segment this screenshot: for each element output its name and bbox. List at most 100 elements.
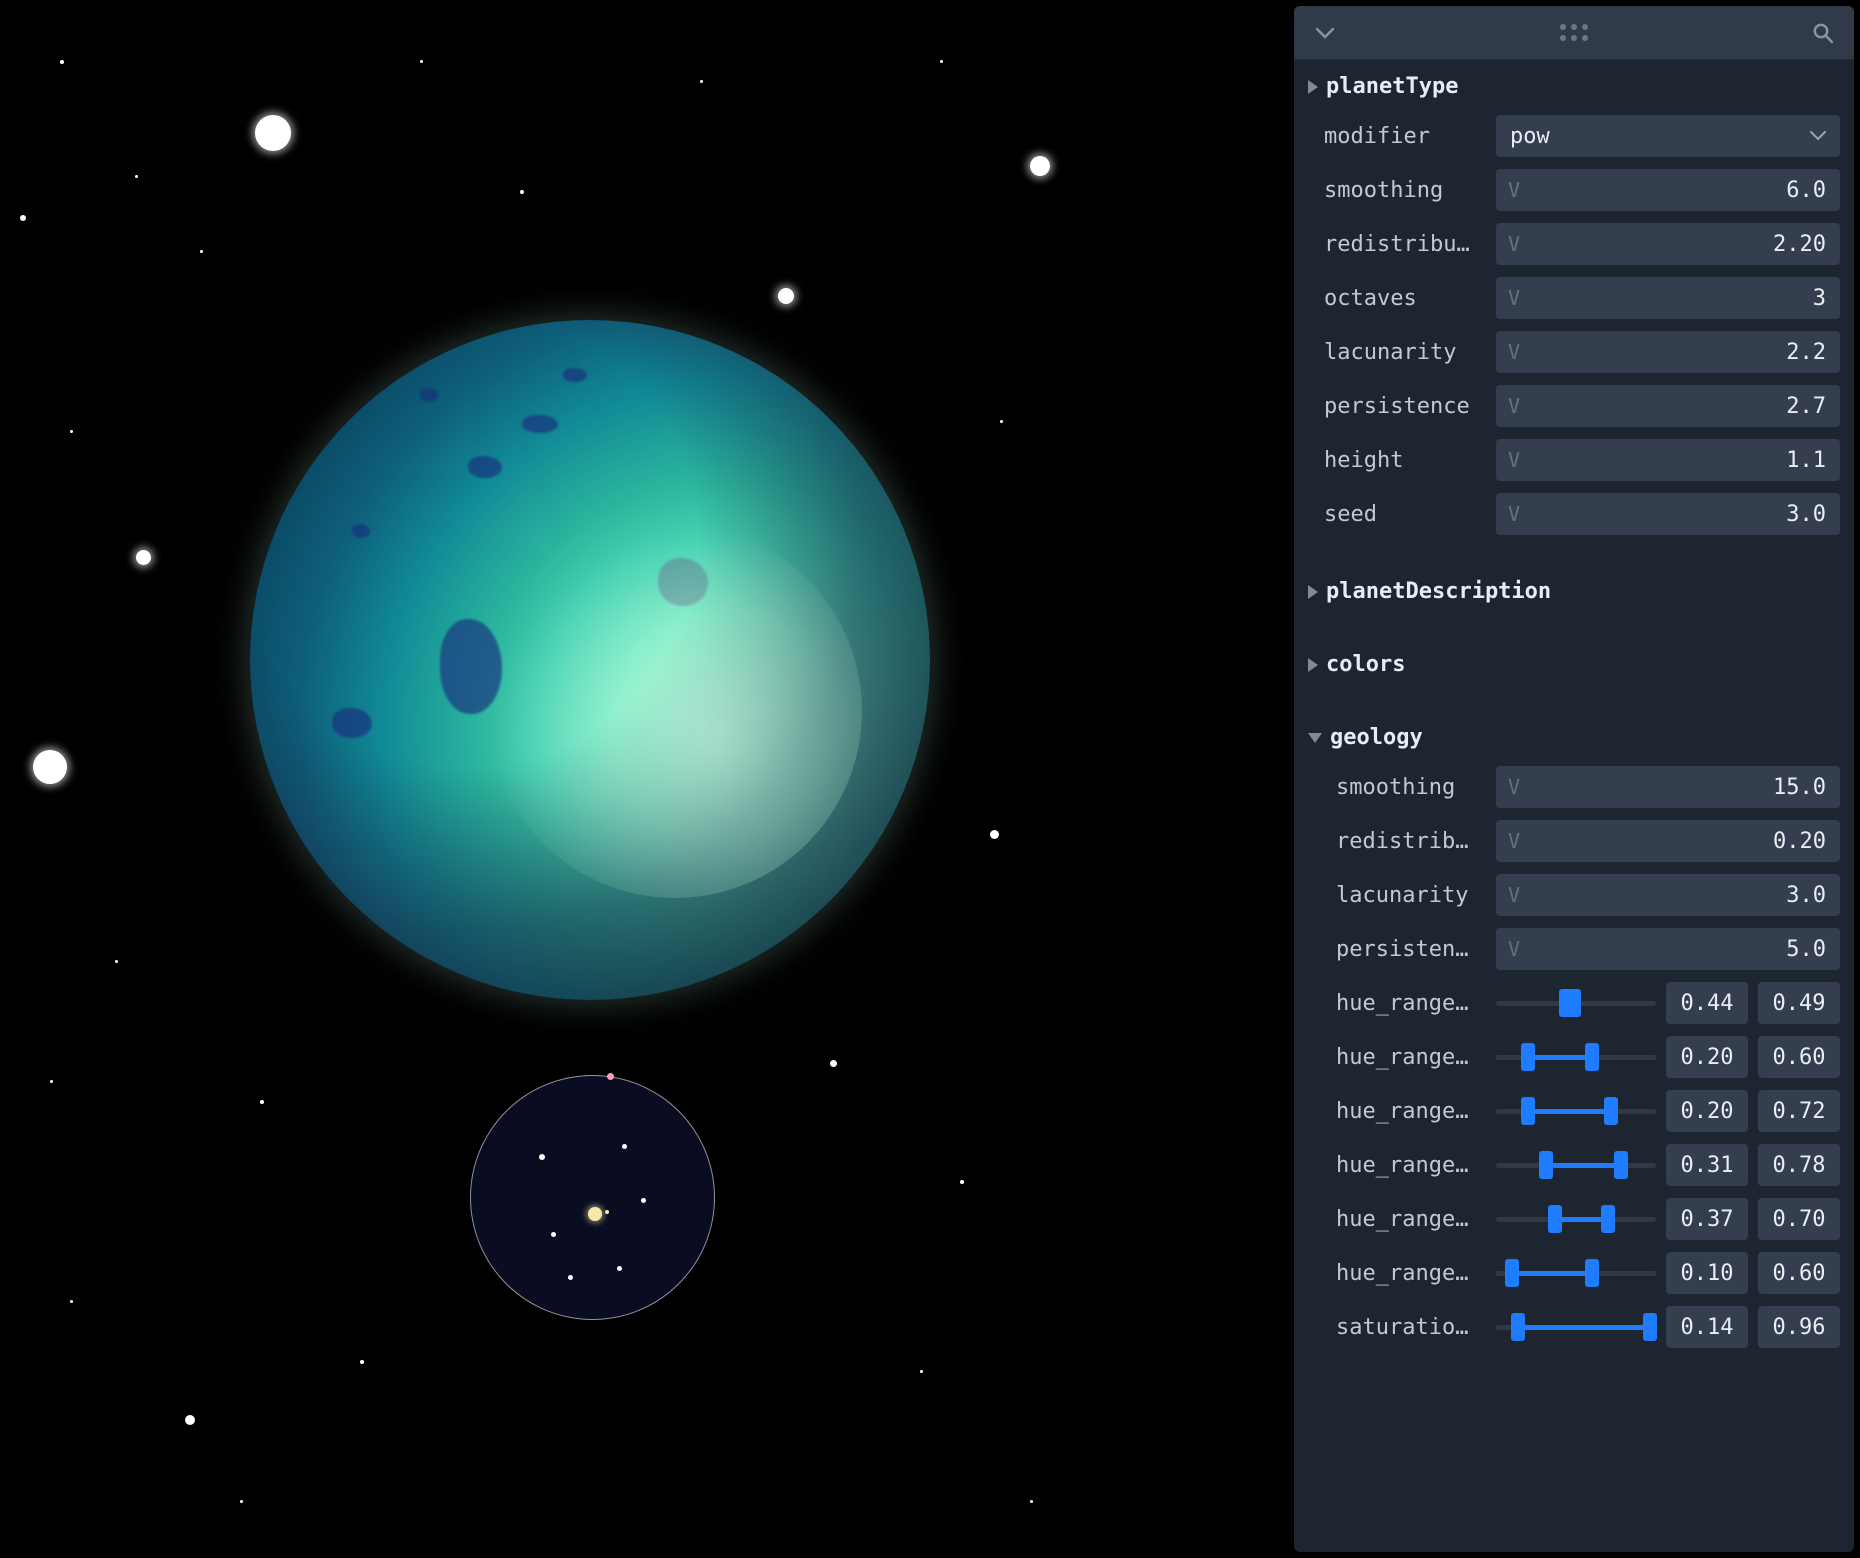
geology-redistribution: redistrib… 0.20 <box>1302 814 1846 868</box>
range-lo-input[interactable]: 0.44 <box>1666 982 1748 1024</box>
slider-handle-lo[interactable] <box>1521 1097 1535 1125</box>
slider-handle-hi[interactable] <box>1567 989 1581 1017</box>
geology-range-row: hue_range… 0.20 0.72 <box>1302 1084 1846 1138</box>
slider-handle-hi[interactable] <box>1643 1313 1657 1341</box>
slider-handle-hi[interactable] <box>1585 1259 1599 1287</box>
number-input[interactable]: 3.0 <box>1496 874 1840 916</box>
slider-handle-hi[interactable] <box>1604 1097 1618 1125</box>
number-input[interactable]: 5.0 <box>1496 928 1840 970</box>
range-lo-input[interactable]: 0.31 <box>1666 1144 1748 1186</box>
number-input[interactable]: 2.7 <box>1496 385 1840 427</box>
param-modifier: modifier pow <box>1302 109 1846 163</box>
range-hi-input[interactable]: 0.78 <box>1758 1144 1840 1186</box>
folder-label: geology <box>1330 725 1423 750</box>
param-persistence: persistence 2.7 <box>1302 379 1846 433</box>
range-slider[interactable] <box>1496 1252 1656 1294</box>
param-label: height <box>1324 448 1486 473</box>
param-label: seed <box>1324 502 1486 527</box>
param-label: hue_range… <box>1336 1207 1486 1232</box>
folder-label: planetDescription <box>1326 579 1551 604</box>
number-input[interactable]: 0.20 <box>1496 820 1840 862</box>
number-input[interactable]: 15.0 <box>1496 766 1840 808</box>
geology-smoothing: smoothing 15.0 <box>1302 760 1846 814</box>
number-input[interactable]: 2.20 <box>1496 223 1840 265</box>
range-lo-input[interactable]: 0.20 <box>1666 1036 1748 1078</box>
range-lo-input[interactable]: 0.20 <box>1666 1090 1748 1132</box>
number-input[interactable]: 3 <box>1496 277 1840 319</box>
minimap[interactable] <box>470 1075 715 1320</box>
param-label: persisten… <box>1336 937 1486 962</box>
geology-range-row: hue_range… 0.20 0.60 <box>1302 1030 1846 1084</box>
range-hi-input[interactable]: 0.60 <box>1758 1252 1840 1294</box>
range-lo-input[interactable]: 0.14 <box>1666 1306 1748 1348</box>
caret-right-icon <box>1308 658 1318 672</box>
caret-right-icon <box>1308 585 1318 599</box>
param-label: redistribu… <box>1324 232 1486 257</box>
caret-down-icon <box>1308 733 1322 743</box>
panel-collapse-button[interactable] <box>1312 20 1338 46</box>
range-lo-input[interactable]: 0.37 <box>1666 1198 1748 1240</box>
range-slider[interactable] <box>1496 1036 1656 1078</box>
param-label: hue_range… <box>1336 991 1486 1016</box>
range-slider[interactable] <box>1496 1144 1656 1186</box>
folder-planet-description[interactable]: planetDescription <box>1302 569 1846 614</box>
param-seed: seed 3.0 <box>1302 487 1846 541</box>
geology-range-row: hue_range… 0.37 0.70 <box>1302 1192 1846 1246</box>
range-slider[interactable] <box>1496 982 1656 1024</box>
param-label: hue_range… <box>1336 1099 1486 1124</box>
param-lacunarity: lacunarity 2.2 <box>1302 325 1846 379</box>
folder-label: colors <box>1326 652 1405 677</box>
slider-handle-lo[interactable] <box>1521 1043 1535 1071</box>
panel-drag-handle[interactable] <box>1560 24 1588 41</box>
param-height: height 1.1 <box>1302 433 1846 487</box>
param-octaves: octaves 3 <box>1302 271 1846 325</box>
range-hi-input[interactable]: 0.49 <box>1758 982 1840 1024</box>
range-hi-input[interactable]: 0.96 <box>1758 1306 1840 1348</box>
caret-right-icon <box>1308 80 1318 94</box>
range-hi-input[interactable]: 0.70 <box>1758 1198 1840 1240</box>
inspector-panel: planetType modifier pow smoothing 6.0 re… <box>1294 6 1854 1552</box>
range-slider[interactable] <box>1496 1090 1656 1132</box>
geology-lacunarity: lacunarity 3.0 <box>1302 868 1846 922</box>
modifier-select[interactable]: pow <box>1496 115 1840 157</box>
slider-handle-lo[interactable] <box>1505 1259 1519 1287</box>
slider-handle-lo[interactable] <box>1511 1313 1525 1341</box>
param-label: hue_range… <box>1336 1153 1486 1178</box>
param-label: octaves <box>1324 286 1486 311</box>
number-input[interactable]: 6.0 <box>1496 169 1840 211</box>
param-label: smoothing <box>1324 178 1486 203</box>
param-label: lacunarity <box>1324 340 1486 365</box>
range-lo-input[interactable]: 0.10 <box>1666 1252 1748 1294</box>
param-label: saturatio… <box>1336 1315 1486 1340</box>
number-input[interactable]: 2.2 <box>1496 331 1840 373</box>
number-input[interactable]: 3.0 <box>1496 493 1840 535</box>
param-redistribution: redistribu… 2.20 <box>1302 217 1846 271</box>
param-label: smoothing <box>1336 775 1486 800</box>
param-label: lacunarity <box>1336 883 1486 908</box>
slider-handle-lo[interactable] <box>1539 1151 1553 1179</box>
folder-geology[interactable]: geology <box>1302 715 1846 760</box>
geology-range-row: saturatio… 0.14 0.96 <box>1302 1300 1846 1354</box>
range-slider[interactable] <box>1496 1198 1656 1240</box>
range-hi-input[interactable]: 0.72 <box>1758 1090 1840 1132</box>
param-label: modifier <box>1324 124 1486 149</box>
minimap-marker-icon <box>607 1073 614 1080</box>
param-smoothing: smoothing 6.0 <box>1302 163 1846 217</box>
geology-range-row: hue_range… 0.31 0.78 <box>1302 1138 1846 1192</box>
slider-handle-hi[interactable] <box>1585 1043 1599 1071</box>
geology-range-row: hue_range… 0.10 0.60 <box>1302 1246 1846 1300</box>
number-input[interactable]: 1.1 <box>1496 439 1840 481</box>
slider-handle-hi[interactable] <box>1614 1151 1628 1179</box>
panel-header <box>1294 6 1854 60</box>
range-hi-input[interactable]: 0.60 <box>1758 1036 1840 1078</box>
param-label: persistence <box>1324 394 1486 419</box>
slider-handle-lo[interactable] <box>1548 1205 1562 1233</box>
panel-search-button[interactable] <box>1810 20 1836 46</box>
slider-handle-hi[interactable] <box>1601 1205 1615 1233</box>
folder-colors[interactable]: colors <box>1302 642 1846 687</box>
geology-persistence: persisten… 5.0 <box>1302 922 1846 976</box>
folder-label: planetType <box>1326 74 1458 99</box>
range-slider[interactable] <box>1496 1306 1656 1348</box>
planet-render[interactable] <box>250 320 930 1000</box>
folder-planet-type[interactable]: planetType <box>1302 64 1846 109</box>
